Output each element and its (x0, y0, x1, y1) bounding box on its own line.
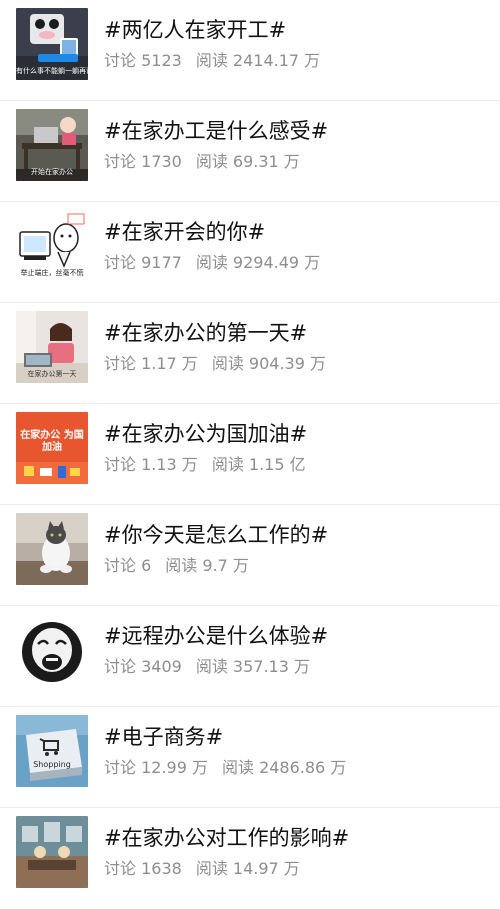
topic-row[interactable]: 有什么事不能躺一躺再说 #两亿人在家开工# 讨论 5123 阅读 2414.17 … (0, 0, 500, 101)
discuss-count: 讨论 5123 (104, 51, 182, 70)
topic-stats: 讨论 1730 阅读 69.31 万 (104, 151, 300, 173)
topic-title[interactable]: #在家办公为国加油# (104, 420, 307, 448)
read-count: 阅读 14.97 万 (195, 859, 300, 878)
discuss-count: 讨论 1.13 万 (104, 455, 198, 474)
topic-row[interactable]: 开始在家办公 #在家办工是什么感受# 讨论 1730 阅读 69.31 万 (0, 101, 500, 202)
read-count: 阅读 69.31 万 (195, 152, 300, 171)
discuss-count: 讨论 9177 (104, 253, 182, 272)
discuss-count: 讨论 1730 (104, 152, 182, 171)
topic-row[interactable]: #在家办公对工作的影响# 讨论 1638 阅读 14.97 万 (0, 808, 500, 909)
thumb-caption: 开始在家办公 (31, 168, 73, 176)
woman-laptop-thumbnail-icon: 在家办公第一天 (16, 311, 88, 383)
panda-meme-thumbnail-icon (16, 614, 88, 686)
topic-title[interactable]: #远程办公是什么体验# (104, 622, 328, 650)
topic-stats: 讨论 3409 阅读 357.13 万 (104, 656, 310, 678)
topic-row[interactable]: Shopping #电子商务# 讨论 12.99 万阅读 2486.86 万 (0, 707, 500, 808)
cartoon-room-thumbnail-icon (16, 816, 88, 888)
topic-stats: 讨论 6 阅读 9.7 万 (104, 555, 249, 577)
topic-stats: 讨论 5123 阅读 2414.17 万 (104, 50, 320, 72)
discuss-count: 讨论 1638 (104, 859, 182, 878)
thumb-caption: Shopping (33, 760, 71, 769)
cat-phone-thumbnail-icon: 有什么事不能躺一躺再说 (16, 8, 88, 80)
thumb-caption: 在家办公 为国加油 (20, 430, 84, 453)
thumb-caption: 在家办公第一天 (27, 370, 77, 378)
topic-title[interactable]: #两亿人在家开工# (104, 16, 286, 44)
read-count: 阅读 2414.17 万 (195, 51, 321, 70)
topic-row[interactable]: 举止端庄，丝毫不慌 #在家开会的你# 讨论 9177 阅读 9294.49 万 (0, 202, 500, 303)
topic-title[interactable]: #在家办公的第一天# (104, 319, 307, 347)
sitting-cat-thumbnail-icon (16, 513, 88, 585)
topic-title[interactable]: #你今天是怎么工作的# (104, 521, 328, 549)
topic-row[interactable]: #远程办公是什么体验# 讨论 3409 阅读 357.13 万 (0, 606, 500, 707)
cartoon-meeting-thumbnail-icon: 举止端庄，丝毫不慌 (16, 210, 88, 282)
topic-row[interactable]: #你今天是怎么工作的# 讨论 6 阅读 9.7 万 (0, 505, 500, 606)
topic-row[interactable]: 在家办公第一天 #在家办公的第一天# 讨论 1.17 万阅读 904.39 万 (0, 303, 500, 404)
topic-stats: 讨论 1.13 万阅读 1.15 亿 (104, 454, 306, 476)
topic-stats: 讨论 9177 阅读 9294.49 万 (104, 252, 320, 274)
read-count: 阅读 904.39 万 (211, 354, 326, 373)
laptop-desk-thumbnail-icon: 开始在家办公 (16, 109, 88, 181)
discuss-count: 讨论 6 (104, 556, 152, 575)
topic-stats: 讨论 1638 阅读 14.97 万 (104, 858, 300, 880)
topic-title[interactable]: #电子商务# (104, 723, 223, 751)
read-count: 阅读 2486.86 万 (221, 758, 347, 777)
topic-title[interactable]: #在家办公对工作的影响# (104, 824, 349, 852)
poster-thumbnail-icon: 在家办公 为国加油 (16, 412, 88, 484)
read-count: 阅读 9294.49 万 (195, 253, 321, 272)
topic-stats: 讨论 1.17 万阅读 904.39 万 (104, 353, 326, 375)
discuss-count: 讨论 1.17 万 (104, 354, 198, 373)
read-count: 阅读 9.7 万 (165, 556, 249, 575)
discuss-count: 讨论 3409 (104, 657, 182, 676)
topic-stats: 讨论 12.99 万阅读 2486.86 万 (104, 757, 346, 779)
thumb-caption: 举止端庄，丝毫不慌 (20, 269, 84, 277)
thumb-caption: 有什么事不能躺一躺再说 (16, 67, 88, 75)
read-count: 阅读 357.13 万 (195, 657, 310, 676)
discuss-count: 讨论 12.99 万 (104, 758, 208, 777)
topic-title[interactable]: #在家办工是什么感受# (104, 117, 328, 145)
shopping-key-thumbnail-icon: Shopping (16, 715, 88, 787)
topic-title[interactable]: #在家开会的你# (104, 218, 265, 246)
topic-row[interactable]: 在家办公 为国加油 #在家办公为国加油# 讨论 1.13 万阅读 1.15 亿 (0, 404, 500, 505)
topic-list: 有什么事不能躺一躺再说 #两亿人在家开工# 讨论 5123 阅读 2414.17 … (0, 0, 500, 909)
read-count: 阅读 1.15 亿 (211, 455, 306, 474)
